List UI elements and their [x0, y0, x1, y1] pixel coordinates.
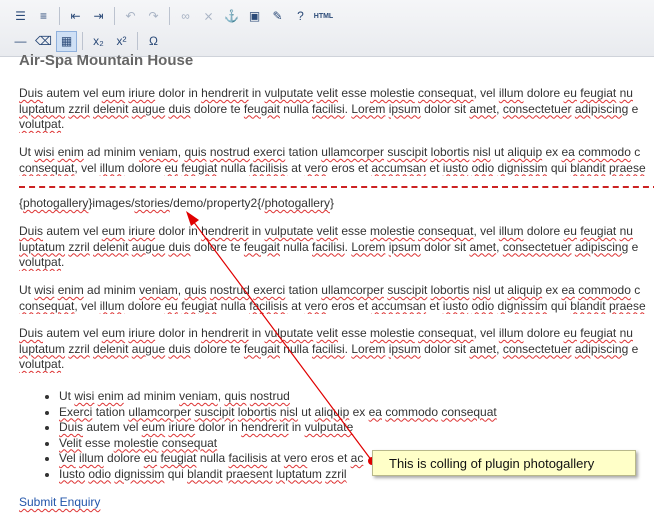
paragraph-4[interactable]: Ut wisi enim ad minim veniam, quis nostr…	[19, 283, 654, 314]
paragraph-line[interactable]: Duis autem vel eum iriure dolor in hendr…	[19, 86, 654, 102]
html-source-glyph: HTML	[313, 12, 334, 20]
superscript-glyph: x²	[116, 34, 127, 48]
anchor-glyph: ⚓	[224, 9, 239, 23]
paragraph-5[interactable]: Duis autem vel eum iriure dolor in hendr…	[19, 326, 654, 373]
remove-format-icon[interactable]: ⌫	[33, 31, 54, 52]
cleanup-icon[interactable]: ✎	[267, 6, 288, 27]
image-icon[interactable]: ▣	[244, 6, 265, 27]
paragraph-line[interactable]: Duis autem vel eum iriure dolor in hendr…	[19, 224, 654, 240]
html-source-icon[interactable]: HTML	[313, 6, 334, 27]
remove-format-glyph: ⌫	[35, 34, 52, 48]
paragraph-line[interactable]: luptatum zzril delenit augue duis dolore…	[19, 240, 654, 256]
horizontal-rule-glyph: —	[14, 34, 27, 48]
special-char-icon[interactable]: Ω	[143, 31, 164, 52]
outdent-glyph: ⇤	[70, 9, 81, 23]
paragraph-line[interactable]: Duis autem vel eum iriure dolor in hendr…	[19, 326, 654, 342]
paragraph-line[interactable]: consequat, vel illum dolore eu feugiat n…	[19, 299, 654, 315]
page-break-divider	[19, 186, 654, 188]
numbered-list-icon[interactable]: ≡	[33, 6, 54, 27]
photogallery-plugin-code[interactable]: {photogallery}images/stories/demo/proper…	[19, 196, 334, 210]
help-glyph: ?	[297, 9, 304, 23]
anchor-icon[interactable]: ⚓	[221, 6, 242, 27]
superscript-icon[interactable]: x²	[111, 31, 132, 52]
subscript-icon[interactable]: x₂	[88, 31, 109, 52]
redo-icon[interactable]: ↷	[143, 6, 164, 27]
horizontal-rule-icon[interactable]: —	[10, 31, 31, 52]
visual-aid-glyph: ▦	[60, 34, 73, 48]
page-heading[interactable]: Air-Spa Mountain House	[19, 52, 193, 69]
paragraph-line[interactable]: volutpat.	[19, 117, 654, 133]
visual-aid-icon[interactable]: ▦	[56, 30, 77, 52]
link-icon[interactable]: ∞	[175, 6, 196, 27]
paragraph-line[interactable]: luptatum zzril delenit augue duis dolore…	[19, 102, 654, 118]
list-item[interactable]: Velit esse molestie consequat	[59, 436, 497, 452]
paragraph-1[interactable]: Duis autem vel eum iriure dolor in hendr…	[19, 86, 654, 133]
paragraph-line[interactable]: luptatum zzril delenit augue duis dolore…	[19, 342, 654, 358]
submit-enquiry-link[interactable]: Submit Enquiry	[19, 495, 100, 509]
help-icon[interactable]: ?	[290, 6, 311, 27]
undo-icon[interactable]: ↶	[120, 6, 141, 27]
cleanup-glyph: ✎	[272, 9, 283, 23]
toolbar-row-1: ☰ ≡ ⇤ ⇥ ↶ ↷ ∞ ⨯ ⚓ ▣ ✎? HTML	[10, 5, 336, 27]
annotation-callout: This is colling of plugin photogallery	[372, 450, 636, 476]
image-glyph: ▣	[248, 9, 261, 23]
bullet-list-glyph: ☰	[15, 9, 26, 23]
list-item[interactable]: Exerci tation ullamcorper suscipit lobor…	[59, 405, 497, 421]
subscript-glyph: x₂	[93, 34, 104, 48]
unlink-glyph: ⨯	[203, 9, 214, 23]
bullet-list-icon[interactable]: ☰	[10, 6, 31, 27]
redo-glyph: ↷	[148, 9, 159, 23]
toolbar-separator	[82, 32, 83, 50]
undo-glyph: ↶	[125, 9, 136, 23]
indent-glyph: ⇥	[93, 9, 104, 23]
paragraph-line[interactable]: volutpat.	[19, 357, 654, 373]
paragraph-line[interactable]: consequat, vel illum dolore eu feugiat n…	[19, 161, 654, 177]
paragraph-line[interactable]: Ut wisi enim ad minim veniam, quis nostr…	[19, 283, 654, 299]
link-glyph: ∞	[181, 9, 190, 23]
numbered-list-glyph: ≡	[39, 9, 47, 23]
editor-toolbar: ☰ ≡ ⇤ ⇥ ↶ ↷ ∞ ⨯ ⚓ ▣ ✎? HTML — ⌫ ▦ x₂ x² Ω	[0, 0, 654, 57]
submit-enquiry-label[interactable]: Submit Enquiry	[19, 495, 100, 509]
list-item[interactable]: Ut wisi enim ad minim veniam, quis nostr…	[59, 389, 497, 405]
callout-text: This is colling of plugin photogallery	[389, 456, 595, 471]
paragraph-2[interactable]: Ut wisi enim ad minim veniam, quis nostr…	[19, 145, 654, 176]
paragraph-line[interactable]: Ut wisi enim ad minim veniam, quis nostr…	[19, 145, 654, 161]
toolbar-separator	[114, 7, 115, 25]
paragraph-line[interactable]: volutpat.	[19, 255, 654, 271]
list-item[interactable]: Duis autem vel eum iriure dolor in hendr…	[59, 420, 497, 436]
toolbar-separator	[59, 7, 60, 25]
toolbar-separator	[137, 32, 138, 50]
special-char-glyph: Ω	[149, 34, 158, 48]
unlink-icon[interactable]: ⨯	[198, 6, 219, 27]
indent-icon[interactable]: ⇥	[88, 6, 109, 27]
toolbar-separator	[169, 7, 170, 25]
outdent-icon[interactable]: ⇤	[65, 6, 86, 27]
paragraph-3[interactable]: Duis autem vel eum iriure dolor in hendr…	[19, 224, 654, 271]
toolbar-row-2: — ⌫ ▦ x₂ x² Ω	[10, 30, 166, 52]
